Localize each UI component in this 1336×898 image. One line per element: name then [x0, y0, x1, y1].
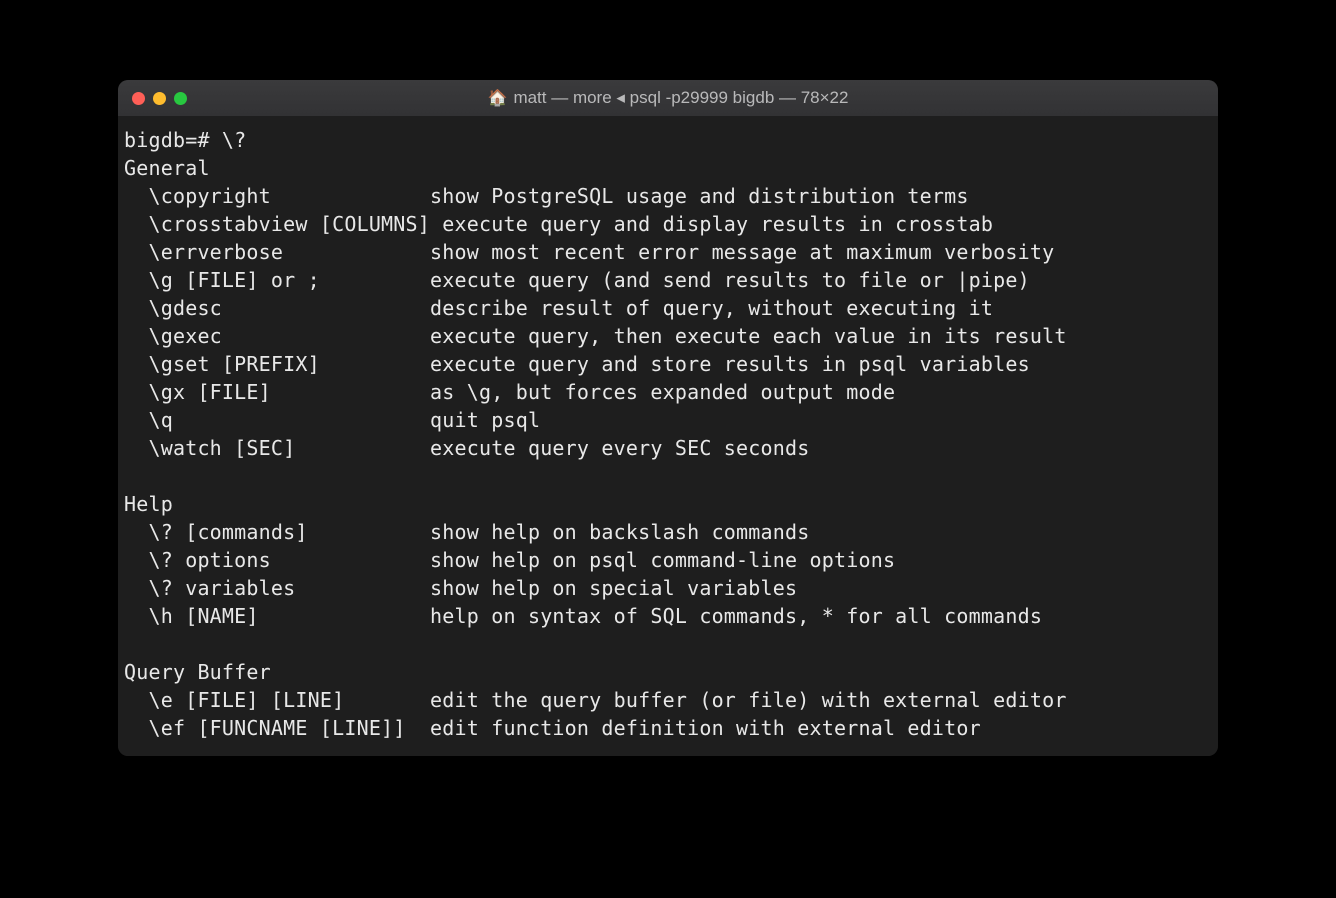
maximize-window-button[interactable] [174, 92, 187, 105]
terminal-line: \gexec execute query, then execute each … [124, 322, 1212, 350]
terminal-line: \gset [PREFIX] execute query and store r… [124, 350, 1212, 378]
terminal-line: \watch [SEC] execute query every SEC sec… [124, 434, 1212, 462]
traffic-lights [132, 92, 187, 105]
terminal-line: Query Buffer [124, 658, 1212, 686]
titlebar[interactable]: 🏠 matt — more ◂ psql -p29999 bigdb — 78×… [118, 80, 1218, 116]
window-title: 🏠 matt — more ◂ psql -p29999 bigdb — 78×… [118, 88, 1218, 108]
terminal-line: \q quit psql [124, 406, 1212, 434]
terminal-content[interactable]: bigdb=# \?General \copyright show Postgr… [118, 116, 1218, 756]
home-icon: 🏠 [488, 88, 508, 108]
terminal-line: \errverbose show most recent error messa… [124, 238, 1212, 266]
terminal-line: \g [FILE] or ; execute query (and send r… [124, 266, 1212, 294]
terminal-line [124, 462, 1212, 490]
terminal-line: bigdb=# \? [124, 126, 1212, 154]
terminal-line: \? options show help on psql command-lin… [124, 546, 1212, 574]
terminal-line: \h [NAME] help on syntax of SQL commands… [124, 602, 1212, 630]
terminal-window: 🏠 matt — more ◂ psql -p29999 bigdb — 78×… [118, 80, 1218, 756]
terminal-line: General [124, 154, 1212, 182]
minimize-window-button[interactable] [153, 92, 166, 105]
terminal-line: \copyright show PostgreSQL usage and dis… [124, 182, 1212, 210]
terminal-line: \? variables show help on special variab… [124, 574, 1212, 602]
terminal-line: \ef [FUNCNAME [LINE]] edit function defi… [124, 714, 1212, 742]
terminal-line [124, 630, 1212, 658]
terminal-line: \e [FILE] [LINE] edit the query buffer (… [124, 686, 1212, 714]
terminal-line: \crosstabview [COLUMNS] execute query an… [124, 210, 1212, 238]
terminal-line: \gx [FILE] as \g, but forces expanded ou… [124, 378, 1212, 406]
window-title-text: matt — more ◂ psql -p29999 bigdb — 78×22 [513, 88, 848, 108]
terminal-line: Help [124, 490, 1212, 518]
terminal-line: \gdesc describe result of query, without… [124, 294, 1212, 322]
close-window-button[interactable] [132, 92, 145, 105]
terminal-line: \? [commands] show help on backslash com… [124, 518, 1212, 546]
